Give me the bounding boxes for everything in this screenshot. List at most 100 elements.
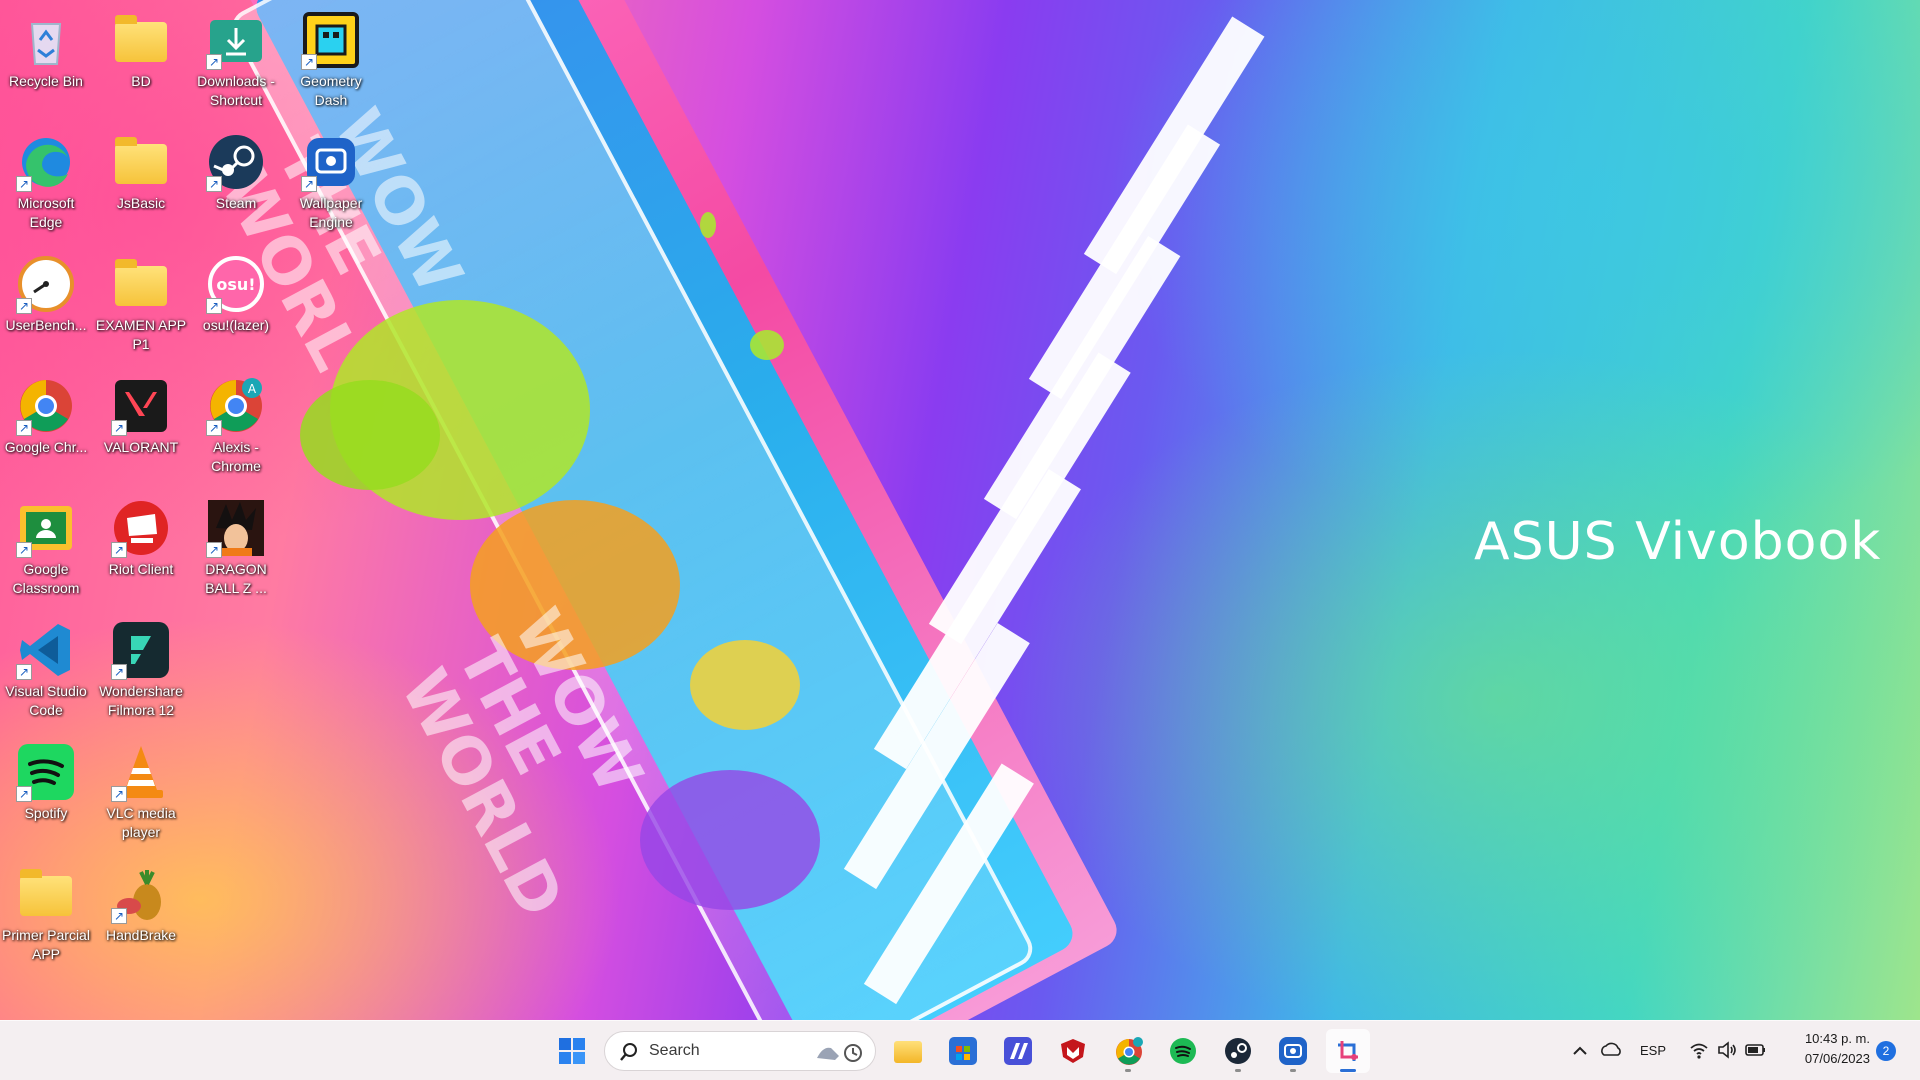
desktop-icon-label: Steam [215, 195, 257, 211]
wallpaper-engine-icon [1279, 1037, 1307, 1065]
tray-network[interactable] [1688, 1039, 1710, 1061]
shortcut-arrow-icon: ↗ [111, 420, 127, 436]
folder-icon [894, 1041, 922, 1063]
desktop-icon-dragon-ball[interactable]: ↗ DRAGON BALL Z ... [190, 492, 282, 602]
spotify-icon [1170, 1038, 1196, 1064]
desktop-icon-label: VALORANT [103, 439, 179, 455]
desktop-icon-label: Recycle Bin [9, 73, 83, 89]
desktop-icon-label: EXAMEN APP P1 [95, 317, 187, 352]
desktop[interactable]: WOW THE WORL WOW THE WORLD ASUS Vivobook… [0, 0, 1920, 1020]
taskbar-snipping-tool[interactable] [1326, 1029, 1370, 1073]
shortcut-arrow-icon: ↗ [16, 542, 32, 558]
shortcut-arrow-icon: ↗ [206, 176, 222, 192]
search-highlight-icon [815, 1040, 865, 1064]
chevron-up-icon [1573, 1046, 1587, 1055]
svg-text:osu!: osu! [216, 275, 255, 294]
desktop-icon-label: BD [131, 73, 151, 89]
desktop-icon-label: Microsoft Edge [17, 195, 75, 230]
desktop-icon-downloads-shortcut[interactable]: ↗ Downloads - Shortcut [190, 4, 282, 114]
notification-count: 2 [1882, 1044, 1890, 1058]
taskbar-chrome[interactable] [1106, 1029, 1150, 1073]
taskbar-spotify[interactable] [1161, 1029, 1205, 1073]
shortcut-arrow-icon: ↗ [111, 908, 127, 924]
start-button[interactable] [550, 1029, 594, 1073]
desktop-icon-recycle-bin[interactable]: Recycle Bin [0, 4, 92, 114]
desktop-icon-label: Visual Studio Code [5, 683, 87, 718]
language-indicator[interactable]: ESP [1640, 1043, 1666, 1058]
tray-overflow-chevron[interactable] [1568, 1039, 1592, 1063]
tray-volume[interactable] [1716, 1039, 1738, 1061]
shortcut-arrow-icon: ↗ [301, 54, 317, 70]
desktop-icon-label: DRAGON BALL Z ... [205, 561, 267, 596]
desktop-icon-riot-client[interactable]: ↗ Riot Client [95, 492, 187, 602]
desktop-icon-geometry-dash[interactable]: ↗ Geometry Dash [285, 4, 377, 114]
osu-icon: osu! ↗ [206, 254, 266, 314]
taskbar-wallpaper-engine[interactable] [1271, 1029, 1315, 1073]
edge-icon: ↗ [16, 132, 76, 192]
steam-icon [1225, 1038, 1251, 1064]
clock-date: 07/06/2023 [1804, 1051, 1870, 1066]
desktop-icon-label: Google Chr... [4, 439, 88, 455]
wallpaper-splat-yellow [690, 640, 800, 730]
desktop-icon-label: UserBench... [5, 317, 87, 333]
taskbar-mcafee-app[interactable] [996, 1029, 1040, 1073]
active-indicator [1340, 1069, 1356, 1072]
running-indicator [1125, 1069, 1131, 1072]
desktop-icon-google-chrome[interactable]: ↗ Google Chr... [0, 370, 92, 480]
shortcut-arrow-icon: ↗ [111, 786, 127, 802]
chrome-profile-icon: A ↗ [206, 376, 266, 436]
taskbar: Search ESP 10:43 p. m. 07/06/2023 2 [0, 1020, 1920, 1080]
desktop-icon-steam[interactable]: ↗ Steam [190, 126, 282, 236]
desktop-icon-vlc[interactable]: ↗ VLC media player [95, 736, 187, 846]
folder-icon [16, 864, 76, 924]
folder-icon [111, 10, 171, 70]
desktop-icon-userbenchmark[interactable]: ↗ UserBench... [0, 248, 92, 358]
geometry-dash-icon: ↗ [301, 10, 361, 70]
notification-badge[interactable]: 2 [1876, 1041, 1896, 1061]
search-input[interactable]: Search [604, 1031, 876, 1071]
desktop-icon-jsbasic[interactable]: JsBasic [95, 126, 187, 236]
desktop-icon-microsoft-edge[interactable]: ↗ Microsoft Edge [0, 126, 92, 236]
desktop-icon-alexis-chrome[interactable]: A ↗ Alexis - Chrome [190, 370, 282, 480]
clock[interactable]: 10:43 p. m. 07/06/2023 [1780, 1029, 1870, 1073]
taskbar-steam[interactable] [1216, 1029, 1260, 1073]
desktop-icon-spotify[interactable]: ↗ Spotify [0, 736, 92, 846]
desktop-icon-label: VLC media player [106, 805, 176, 840]
desktop-icon-handbrake[interactable]: ↗ HandBrake [95, 858, 187, 968]
riot-client-icon: ↗ [111, 498, 171, 558]
snipping-tool-icon [1338, 1041, 1358, 1061]
taskbar-mcafee-security[interactable] [1051, 1029, 1095, 1073]
desktop-icon-label: Alexis - Chrome [211, 439, 261, 474]
search-icon [620, 1043, 637, 1061]
desktop-icon-label: Downloads - Shortcut [197, 73, 275, 108]
desktop-icon-bd[interactable]: BD [95, 4, 187, 114]
running-indicator [1290, 1069, 1296, 1072]
desktop-icon-label: Wondershare Filmora 12 [99, 683, 183, 718]
taskbar-microsoft-store[interactable] [941, 1029, 985, 1073]
desktop-icon-label: Riot Client [108, 561, 174, 577]
shortcut-arrow-icon: ↗ [16, 420, 32, 436]
search-placeholder: Search [649, 1042, 700, 1059]
running-indicator [1235, 1069, 1241, 1072]
shortcut-arrow-icon: ↗ [206, 420, 222, 436]
wallpaper-splat-small [750, 330, 784, 360]
desktop-icon-filmora[interactable]: ↗ Wondershare Filmora 12 [95, 614, 187, 724]
desktop-icon-wallpaper-engine[interactable]: ↗ Wallpaper Engine [285, 126, 377, 236]
desktop-icon-osu[interactable]: osu! ↗ osu!(lazer) [190, 248, 282, 358]
desktop-icon-examen-app[interactable]: EXAMEN APP P1 [95, 248, 187, 358]
desktop-icon-google-classroom[interactable]: ↗ Google Classroom [0, 492, 92, 602]
taskbar-file-explorer[interactable] [886, 1029, 930, 1073]
shortcut-arrow-icon: ↗ [16, 176, 32, 192]
desktop-icon-label: Geometry Dash [300, 73, 362, 108]
desktop-icon-primer-parcial[interactable]: Primer Parcial APP [0, 858, 92, 968]
classroom-icon: ↗ [16, 498, 76, 558]
onedrive-icon [1601, 1042, 1621, 1056]
store-icon [949, 1037, 977, 1065]
mcafee-app-icon [1004, 1037, 1032, 1065]
tray-onedrive[interactable] [1598, 1037, 1624, 1063]
battery-icon [1745, 1044, 1765, 1056]
tray-battery[interactable] [1744, 1039, 1768, 1061]
desktop-icon-vscode[interactable]: ↗ Visual Studio Code [0, 614, 92, 724]
folder-icon [111, 254, 171, 314]
desktop-icon-valorant[interactable]: ↗ VALORANT [95, 370, 187, 480]
